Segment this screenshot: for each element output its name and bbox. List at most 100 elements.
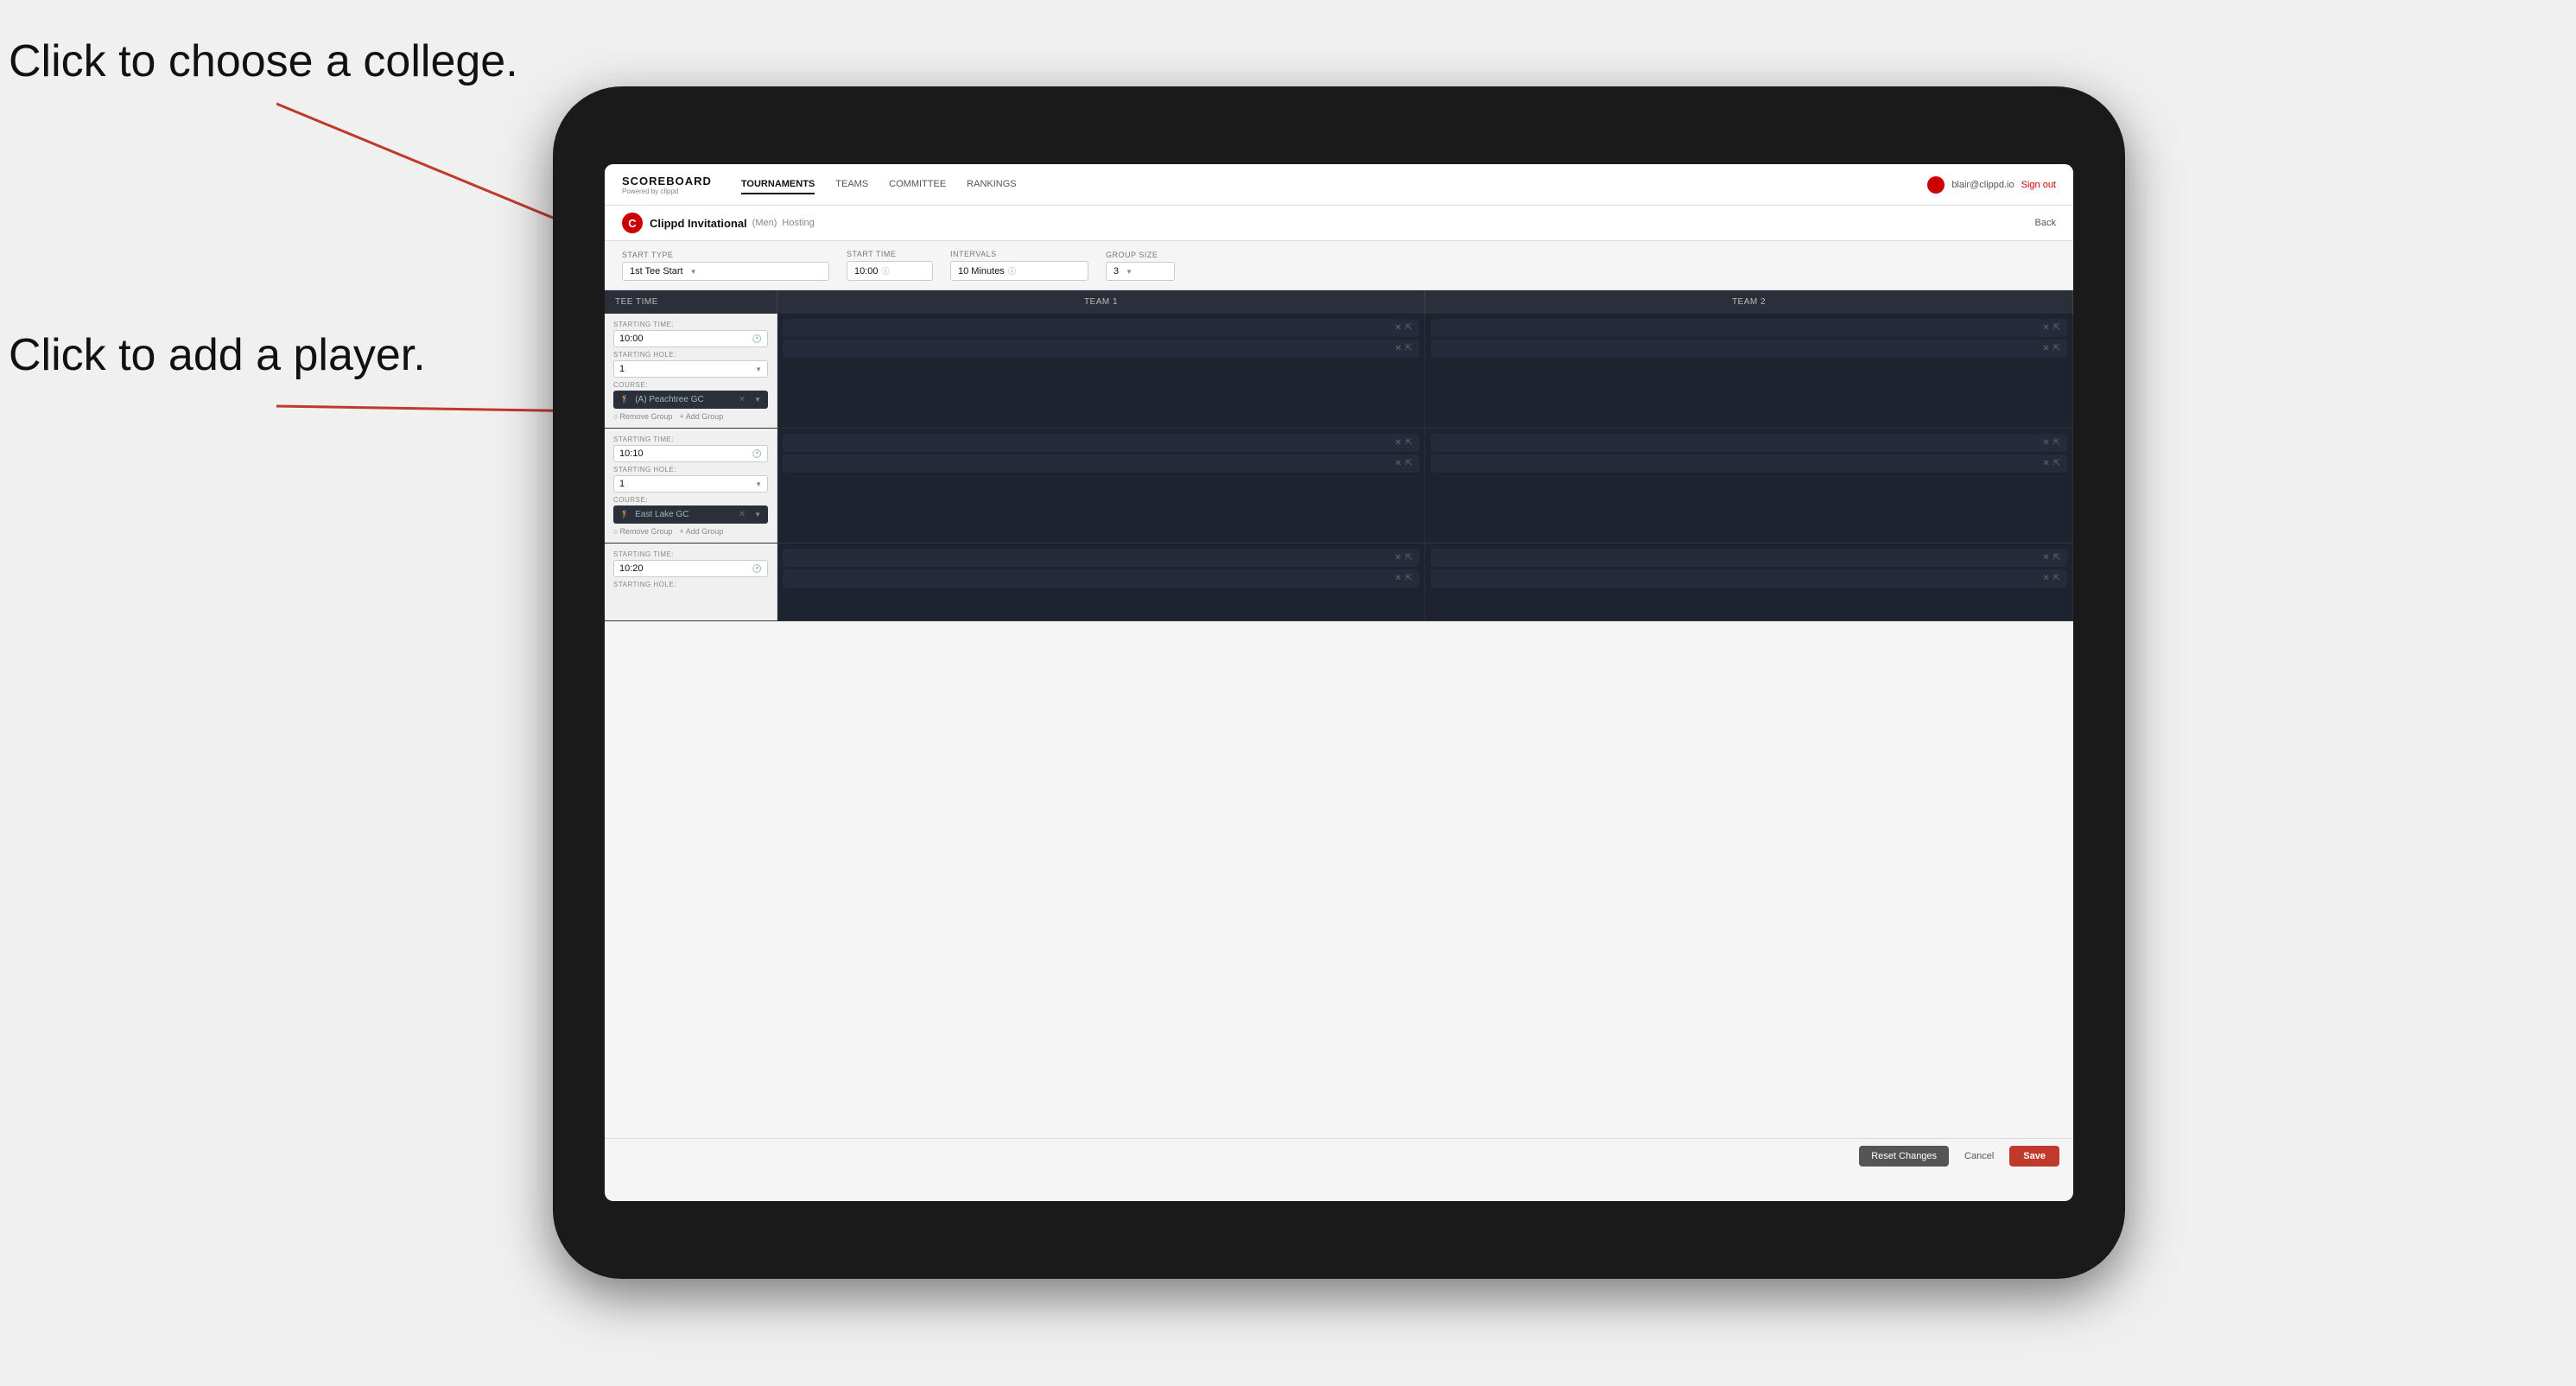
- player-slot[interactable]: ✕ ⇱: [783, 549, 1419, 567]
- tee-main-row1: ✕ ⇱ ✕ ⇱: [777, 314, 2073, 428]
- team2-col-row1: ✕ ⇱ ✕ ⇱: [1425, 314, 2073, 428]
- app-logo: SCOREBOARD Powered by clippd: [622, 175, 712, 195]
- player-slot[interactable]: ✕ ⇱: [1431, 455, 2067, 473]
- close-icon[interactable]: ✕: [1394, 553, 1401, 563]
- player-slot[interactable]: ✕ ⇱: [783, 455, 1419, 473]
- chevron-course-row1: ▼: [754, 396, 761, 404]
- player-slot[interactable]: ✕ ⇱: [1431, 569, 2067, 588]
- player-slot[interactable]: ✕ ⇱: [783, 434, 1419, 452]
- clippd-logo: C: [622, 213, 643, 233]
- expand-icon[interactable]: ⇱: [1405, 323, 1412, 333]
- remove-group-link-row1[interactable]: ○ Remove Group: [613, 412, 672, 421]
- player-slot[interactable]: ✕ ⇱: [1431, 319, 2067, 337]
- close-icon[interactable]: ✕: [2042, 574, 2049, 583]
- info-icon-intervals: ⓘ: [1008, 265, 1016, 277]
- player-slot[interactable]: ✕ ⇱: [783, 340, 1419, 358]
- expand-icon[interactable]: ⇱: [2053, 323, 2060, 333]
- sign-out-link[interactable]: Sign out: [2021, 180, 2056, 190]
- close-icon[interactable]: ✕: [2042, 344, 2049, 353]
- starting-hole-label-row1: STARTING HOLE:: [613, 351, 768, 359]
- starting-time-label-row1: STARTING TIME:: [613, 321, 768, 328]
- player-slot[interactable]: ✕ ⇱: [1431, 549, 2067, 567]
- close-icon[interactable]: ✕: [2042, 323, 2049, 333]
- remove-course-icon-row2[interactable]: ✕: [739, 510, 746, 519]
- nav-right: blair@clippd.io Sign out: [1927, 176, 2056, 194]
- team1-col-row3: ✕ ⇱ ✕ ⇱: [777, 544, 1425, 620]
- action-links-row1: ○ Remove Group + Add Group: [613, 412, 768, 421]
- starting-time-input-row2[interactable]: 10:10 🕐: [613, 445, 768, 462]
- player-slot[interactable]: ✕ ⇱: [1431, 434, 2067, 452]
- plus-icon-row1: +: [679, 412, 683, 421]
- player-slot[interactable]: ✕ ⇱: [783, 569, 1419, 588]
- remove-group-link-row2[interactable]: ○ Remove Group: [613, 527, 672, 536]
- reset-changes-button[interactable]: Reset Changes: [1859, 1146, 1949, 1167]
- expand-icon[interactable]: ⇱: [2053, 438, 2060, 448]
- expand-icon[interactable]: ⇱: [1405, 553, 1412, 563]
- starting-time-input-row1[interactable]: 10:00 🕐: [613, 330, 768, 347]
- app-logo-title: SCOREBOARD: [622, 175, 712, 188]
- close-icon[interactable]: ✕: [1394, 323, 1401, 333]
- close-icon[interactable]: ✕: [2042, 438, 2049, 448]
- chevron-down-icon: ▼: [690, 268, 697, 276]
- clock-icon-row1: 🕐: [752, 334, 762, 344]
- nav-teams[interactable]: TEAMS: [835, 175, 868, 194]
- expand-icon[interactable]: ⇱: [1405, 344, 1412, 353]
- nav-committee[interactable]: COMMITTEE: [889, 175, 946, 194]
- close-icon[interactable]: ✕: [1394, 574, 1401, 583]
- course-name-row1: (A) Peachtree GC: [635, 395, 733, 404]
- player-slot[interactable]: ✕ ⇱: [1431, 340, 2067, 358]
- table-row: STARTING TIME: 10:20 🕐 STARTING HOLE: ✕: [605, 544, 2073, 621]
- back-button[interactable]: Back: [2035, 218, 2056, 228]
- annotation-add-player: Click to add a player.: [9, 328, 426, 382]
- course-label-row1: COURSE:: [613, 381, 768, 389]
- starting-time-input-row3[interactable]: 10:20 🕐: [613, 560, 768, 577]
- expand-icon[interactable]: ⇱: [1405, 459, 1412, 468]
- course-label-row2: COURSE:: [613, 496, 768, 504]
- starting-hole-label-row2: STARTING HOLE:: [613, 466, 768, 474]
- expand-icon[interactable]: ⇱: [2053, 459, 2060, 468]
- starting-time-label-row2: STARTING TIME:: [613, 436, 768, 443]
- expand-icon[interactable]: ⇱: [2053, 574, 2060, 583]
- chevron-hole-row1: ▼: [755, 366, 762, 373]
- expand-icon[interactable]: ⇱: [1405, 574, 1412, 583]
- minus-icon-row2: ○: [613, 527, 618, 536]
- close-icon[interactable]: ✕: [1394, 344, 1401, 353]
- team1-col-row1: ✕ ⇱ ✕ ⇱: [777, 314, 1425, 428]
- close-icon[interactable]: ✕: [2042, 553, 2049, 563]
- save-button[interactable]: Save: [2009, 1146, 2059, 1167]
- nav-tournaments[interactable]: TOURNAMENTS: [741, 175, 815, 194]
- start-type-select[interactable]: 1st Tee Start ▼: [622, 262, 829, 281]
- form-start-type: Start Type 1st Tee Start ▼: [622, 251, 829, 281]
- start-time-input[interactable]: 10:00 ⓘ: [847, 261, 933, 281]
- add-group-link-row2[interactable]: + Add Group: [679, 527, 723, 536]
- info-icon: ⓘ: [882, 265, 890, 277]
- chevron-down-icon-group: ▼: [1126, 268, 1133, 276]
- start-time-label: Start Time: [847, 250, 933, 258]
- user-avatar: [1927, 176, 1945, 194]
- tee-main-row2: ✕ ⇱ ✕ ⇱: [777, 429, 2073, 543]
- expand-icon[interactable]: ⇱: [2053, 553, 2060, 563]
- intervals-select[interactable]: 10 Minutes ⓘ: [950, 261, 1088, 281]
- course-badge-row1[interactable]: 🏌 (A) Peachtree GC ✕ ▼: [613, 391, 768, 409]
- expand-icon[interactable]: ⇱: [2053, 344, 2060, 353]
- table-row: STARTING TIME: 10:10 🕐 STARTING HOLE: 1 …: [605, 429, 2073, 544]
- breadcrumb-bar: C Clippd Invitational (Men) Hosting Back: [605, 206, 2073, 241]
- minus-icon-row1: ○: [613, 412, 618, 421]
- breadcrumb-title: Clippd Invitational: [650, 217, 747, 230]
- add-group-link-row1[interactable]: + Add Group: [679, 412, 723, 421]
- tee-rows-container[interactable]: STARTING TIME: 10:00 🕐 STARTING HOLE: 1 …: [605, 314, 2073, 1166]
- remove-course-icon-row1[interactable]: ✕: [739, 395, 746, 404]
- cancel-button[interactable]: Cancel: [1956, 1146, 2002, 1167]
- close-icon[interactable]: ✕: [1394, 459, 1401, 468]
- course-badge-row2[interactable]: 🏌 East Lake GC ✕ ▼: [613, 505, 768, 524]
- nav-rankings[interactable]: RANKINGS: [967, 175, 1016, 194]
- player-slot[interactable]: ✕ ⇱: [783, 319, 1419, 337]
- group-size-select[interactable]: 3 ▼: [1106, 262, 1175, 281]
- close-icon[interactable]: ✕: [1394, 438, 1401, 448]
- starting-hole-input-row2[interactable]: 1 ▼: [613, 475, 768, 493]
- starting-hole-input-row1[interactable]: 1 ▼: [613, 360, 768, 378]
- close-icon[interactable]: ✕: [2042, 459, 2049, 468]
- chevron-course-row2: ▼: [754, 511, 761, 518]
- expand-icon[interactable]: ⇱: [1405, 438, 1412, 448]
- start-type-label: Start Type: [622, 251, 829, 259]
